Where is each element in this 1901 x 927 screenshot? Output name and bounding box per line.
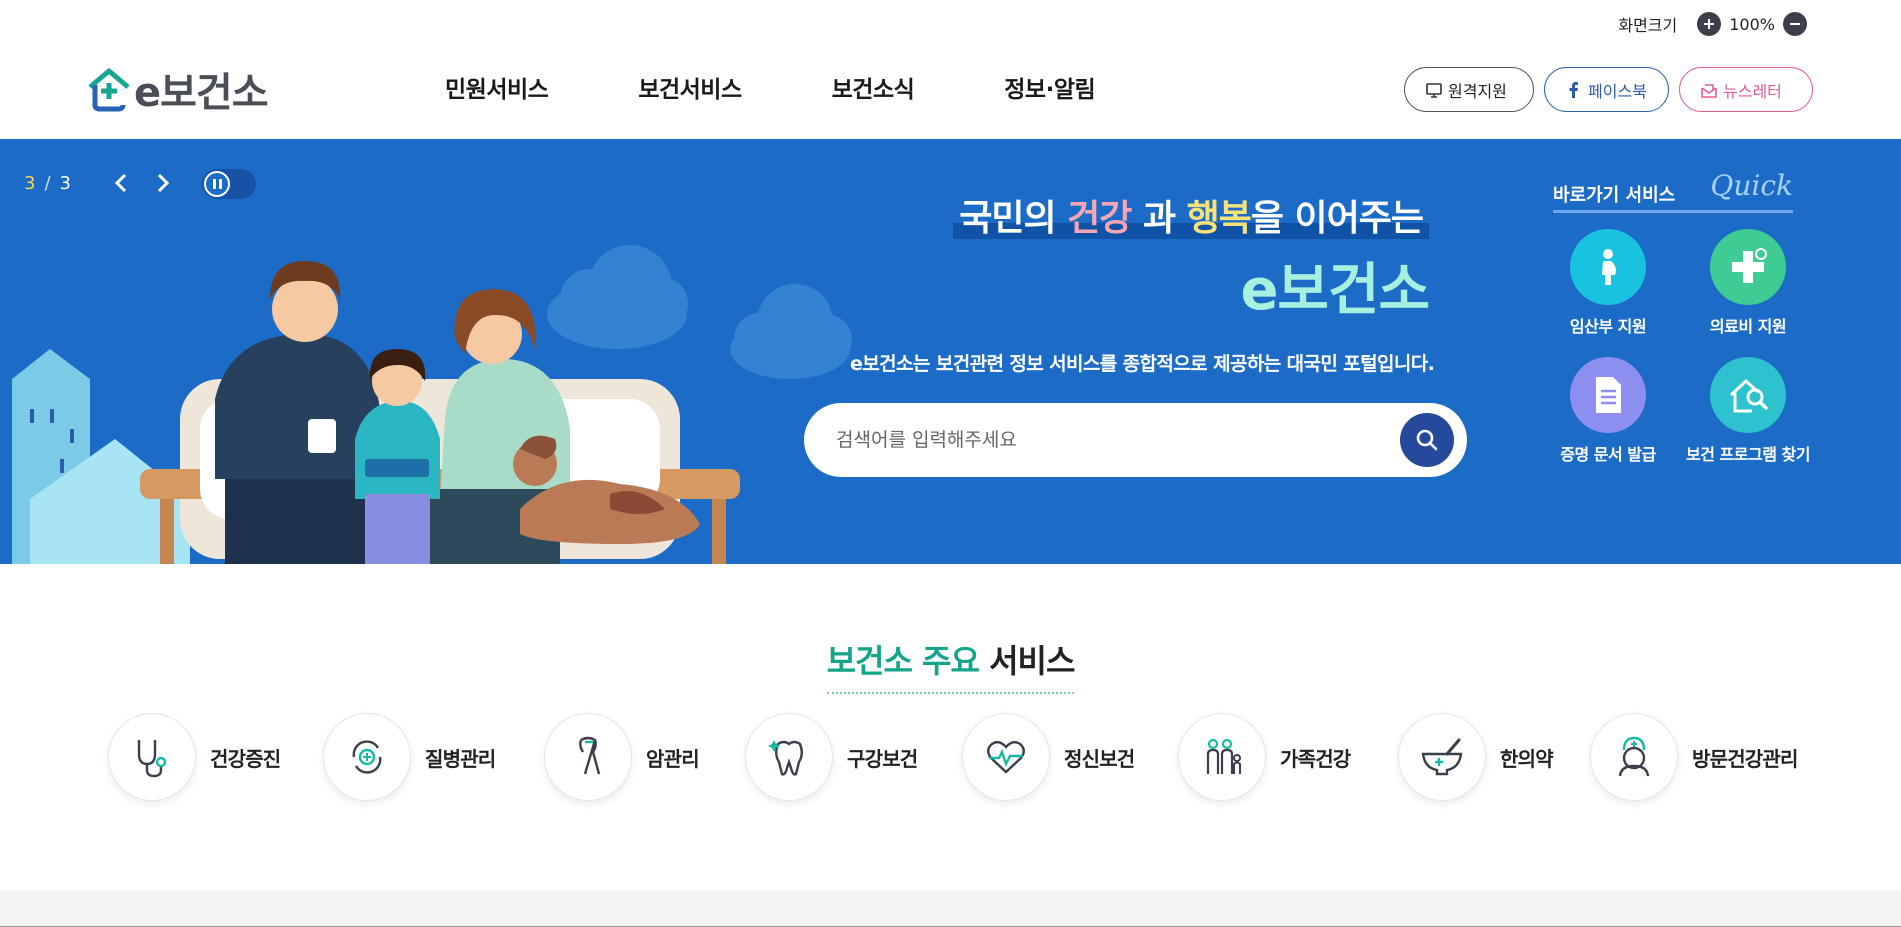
zoom-level: 100% [1729, 14, 1775, 34]
quick-links: 바로가기 서비스 Quick 임산부 지원 의료비 지원 증명 문서 발급 보건… [1553, 169, 1810, 465]
quick-label: 의료비 지원 [1709, 317, 1787, 336]
service-cancer-care[interactable]: 암관리 [544, 713, 700, 801]
headline-brand: e보건소 [1240, 258, 1430, 323]
mortar-icon [1398, 713, 1486, 801]
slide-counter: 3 / 3 [24, 173, 71, 194]
service-label: 건강증진 [210, 746, 281, 771]
service-label: 방문건강관리 [1692, 746, 1798, 771]
quick-label: 증명 문서 발급 [1560, 445, 1656, 464]
facebook-label: 페이스북 [1588, 81, 1647, 101]
services-title-accent: 보건소 주요 [826, 642, 980, 680]
heart-pulse-icon [962, 713, 1050, 801]
remote-support-button[interactable]: 원격지원 [1404, 67, 1534, 112]
banner-tagline: e보건소는 보건관련 정보 서비스를 종합적으로 제공하는 대국민 포털입니다. [850, 353, 1435, 375]
service-korean-medicine[interactable]: 한의약 [1398, 713, 1554, 801]
headline-line1: 국민의 건강 과 행복을 이어주는 [953, 189, 1429, 241]
chevron-left-icon [114, 173, 127, 193]
quick-medical-cost-support[interactable]: 의료비 지원 [1678, 229, 1818, 337]
banner-headline: 국민의 건강 과 행복을 이어주는 e보건소 [953, 189, 1430, 326]
quick-program-search[interactable]: 보건 프로그램 찾기 [1678, 357, 1818, 465]
header-buttons: 원격지원 페이스북 뉴스레터 [1404, 67, 1813, 112]
plus-icon [1704, 19, 1715, 29]
nav-info-notice[interactable]: 정보·알림 [1004, 70, 1095, 104]
home-search-icon [1710, 357, 1786, 433]
family-icon [1178, 713, 1266, 801]
monitor-icon [1426, 82, 1442, 98]
disease-cycle-icon [323, 713, 411, 801]
headline-part1: 국민의 [959, 198, 1056, 239]
search-input[interactable] [836, 423, 1356, 457]
tooth-icon [745, 713, 833, 801]
headline-health: 건강 [1067, 198, 1132, 239]
slide-total: 3 [59, 173, 71, 194]
zoom-in-button[interactable] [1697, 12, 1722, 36]
quick-title: 바로가기 서비스 Quick [1553, 169, 1793, 213]
main-nav: 민원서비스 보건서비스 보건소식 정보·알림 [445, 70, 1096, 104]
pregnant-woman-icon [1570, 229, 1646, 305]
document-icon [1570, 357, 1646, 433]
main-banner: 3 / 3 국민의 건강 과 행복을 이어주는 e보건소 e보건소는 보건관련 정보… [0, 139, 1901, 564]
headline-part2: 과 [1142, 198, 1176, 239]
service-family-health[interactable]: 가족건강 [1178, 713, 1351, 801]
facebook-icon [1569, 81, 1578, 98]
service-mental-health[interactable]: 정신보건 [962, 713, 1135, 801]
remote-support-label: 원격지원 [1448, 81, 1507, 101]
search-box [804, 403, 1467, 477]
nurse-icon [1590, 713, 1678, 801]
house-cross-logo-icon [88, 68, 130, 112]
facebook-button[interactable]: 페이스북 [1544, 67, 1669, 112]
service-label: 한의약 [1500, 746, 1554, 771]
service-label: 정신보건 [1064, 746, 1135, 771]
next-slide-button[interactable] [150, 171, 174, 195]
cancer-ribbon-icon [544, 713, 632, 801]
nav-health-news[interactable]: 보건소식 [832, 70, 915, 104]
utility-bar: 화면크기 100% [1618, 10, 1807, 38]
site-logo[interactable]: e보건소 [86, 60, 269, 118]
pause-icon [204, 171, 230, 197]
headline-part3: 을 이어주는 [1250, 198, 1424, 239]
nav-civil-service[interactable]: 민원서비스 [445, 70, 549, 104]
quick-label: 임산부 지원 [1569, 317, 1647, 336]
quick-pregnancy-support[interactable]: 임산부 지원 [1538, 229, 1678, 337]
services-list: 건강증진 질병관리 암관리 구강보건 정신보건 가족건강 한의약 방문건강관리 [0, 713, 1901, 803]
service-disease-control[interactable]: 질병관리 [323, 713, 496, 801]
service-health-promotion[interactable]: 건강증진 [108, 713, 281, 801]
footer-band [0, 890, 1901, 927]
autoplay-pause-toggle[interactable] [202, 169, 256, 199]
service-label: 가족건강 [1280, 746, 1351, 771]
quick-label: 보건 프로그램 찾기 [1686, 445, 1810, 464]
stethoscope-icon [108, 713, 196, 801]
search-icon [1416, 429, 1438, 451]
service-label: 구강보건 [847, 746, 918, 771]
minus-icon [1790, 23, 1800, 25]
logo-text: e보건소 [134, 70, 269, 116]
slide-current: 3 [24, 173, 36, 194]
quick-title-en: Quick [1710, 169, 1793, 202]
newsletter-button[interactable]: 뉴스레터 [1679, 67, 1813, 112]
font-size-label: 화면크기 [1618, 16, 1678, 35]
zoom-out-button[interactable] [1783, 12, 1807, 36]
chevron-right-icon [157, 173, 170, 193]
service-label: 질병관리 [425, 746, 496, 771]
services-section-title: 보건소 주요 서비스 [0, 636, 1901, 694]
newsletter-label: 뉴스레터 [1723, 81, 1782, 101]
service-label: 암관리 [646, 746, 700, 771]
medical-cross-icon [1710, 229, 1786, 305]
search-button[interactable] [1400, 413, 1454, 467]
slide-separator: / [44, 173, 51, 194]
service-home-visit-care[interactable]: 방문건강관리 [1590, 713, 1798, 801]
services-title-rest: 서비스 [989, 642, 1075, 680]
quick-title-ko: 바로가기 서비스 [1553, 185, 1676, 206]
headline-happy: 행복 [1186, 198, 1252, 239]
newsletter-icon [1701, 83, 1717, 98]
quick-certificate-issue[interactable]: 증명 문서 발급 [1538, 357, 1678, 465]
prev-slide-button[interactable] [110, 171, 134, 195]
service-oral-health[interactable]: 구강보건 [745, 713, 918, 801]
nav-health-service[interactable]: 보건서비스 [638, 70, 742, 104]
